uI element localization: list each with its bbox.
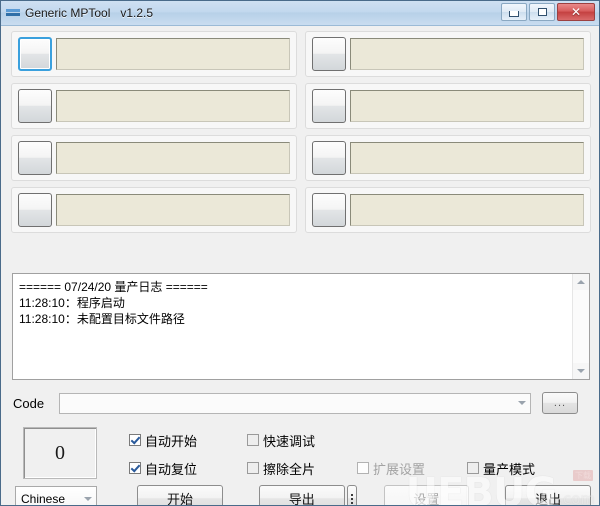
checkbox-label: 自动开始 — [145, 433, 198, 449]
window-title: Generic MPTool v1.2.5 — [25, 6, 154, 20]
device-slot[interactable] — [305, 135, 591, 181]
app-window: Generic MPTool v1.2.5 ✕ ====== 07/24/20 … — [0, 0, 600, 506]
language-combobox[interactable]: Chinese — [15, 486, 98, 506]
slot-status-panel — [350, 38, 584, 70]
triangle-up-icon — [577, 280, 585, 284]
checkbox-label: 量产模式 — [483, 461, 536, 477]
options-row-1: 自动开始 快速调试 — [129, 426, 589, 454]
chevron-down-icon[interactable] — [513, 394, 530, 413]
dot-icon — [350, 501, 353, 504]
language-value: Chinese — [21, 491, 66, 506]
code-combobox[interactable] — [59, 392, 531, 414]
device-slot[interactable] — [305, 187, 591, 233]
options-group: 自动开始 快速调试 自动复位 擦除全片 扩展设置 量产模式 — [129, 426, 589, 482]
settings-button: 设置 — [383, 485, 470, 505]
app-bars-icon — [6, 6, 20, 20]
start-button[interactable]: 开始 — [137, 485, 223, 505]
checkbox-label: 擦除全片 — [263, 461, 316, 477]
checkbox-box[interactable] — [247, 434, 259, 446]
counter-display: 0 — [23, 427, 97, 479]
log-text: ====== 07/24/20 量产日志 ====== 11:28:10：程序启… — [19, 280, 208, 326]
more-options-button[interactable] — [346, 485, 357, 505]
checkbox-label: 快速调试 — [263, 433, 316, 449]
title-bar[interactable]: Generic MPTool v1.2.5 ✕ — [1, 1, 599, 26]
triangle-down-icon — [577, 369, 585, 373]
log-scrollbar[interactable] — [572, 274, 589, 379]
device-slot-grid — [11, 31, 591, 233]
minimize-button[interactable] — [501, 3, 527, 21]
checkbox-box[interactable] — [247, 462, 259, 474]
checkbox-auto-reset[interactable]: 自动复位 — [129, 459, 247, 478]
scroll-up-button[interactable] — [573, 274, 589, 290]
slot-status-panel — [56, 90, 290, 122]
log-panel[interactable]: ====== 07/24/20 量产日志 ====== 11:28:10：程序启… — [12, 273, 590, 380]
window-controls: ✕ — [501, 3, 595, 21]
checkbox-extended-settings: 扩展设置 — [357, 459, 467, 478]
counter-value: 0 — [55, 441, 65, 464]
close-button[interactable]: ✕ — [557, 3, 595, 21]
checkbox-box[interactable] — [467, 462, 479, 474]
maximize-icon — [537, 8, 547, 16]
slot-status-panel — [56, 38, 290, 70]
code-label: Code — [13, 395, 45, 411]
checkbox-production-mode[interactable]: 量产模式 — [467, 459, 535, 478]
slot-status-panel — [350, 194, 584, 226]
export-button[interactable]: 导出 — [258, 485, 345, 505]
client-area: ====== 07/24/20 量产日志 ====== 11:28:10：程序启… — [1, 26, 599, 506]
checkbox-box — [357, 462, 369, 474]
slot-status-panel — [56, 194, 290, 226]
options-row-2: 自动复位 擦除全片 扩展设置 量产模式 — [129, 454, 589, 482]
dot-icon — [350, 497, 353, 500]
device-slot[interactable] — [11, 31, 297, 77]
slot-button[interactable] — [18, 89, 52, 123]
slot-button[interactable] — [312, 89, 346, 123]
slot-button[interactable] — [312, 193, 346, 227]
slot-button[interactable] — [18, 141, 52, 175]
slot-status-panel — [350, 90, 584, 122]
exit-button[interactable]: 退出 — [505, 485, 591, 505]
close-icon: ✕ — [570, 5, 582, 19]
device-slot[interactable] — [11, 83, 297, 129]
checkbox-box[interactable] — [129, 462, 141, 474]
device-slot[interactable] — [305, 83, 591, 129]
slot-status-panel — [56, 142, 290, 174]
device-slot[interactable] — [11, 187, 297, 233]
slot-button[interactable] — [18, 193, 52, 227]
slot-button[interactable] — [312, 37, 346, 71]
checkbox-label: 自动复位 — [145, 461, 198, 477]
scroll-down-button[interactable] — [573, 363, 589, 379]
code-row: Code ... — [13, 391, 589, 415]
slot-button[interactable] — [312, 141, 346, 175]
slot-button[interactable] — [18, 37, 52, 71]
dot-icon — [350, 493, 353, 496]
scroll-track[interactable] — [573, 290, 589, 363]
checkbox-erase-all[interactable]: 擦除全片 — [247, 459, 357, 478]
maximize-button[interactable] — [529, 3, 555, 21]
device-slot[interactable] — [11, 135, 297, 181]
checkbox-label: 扩展设置 — [373, 461, 426, 477]
device-slot[interactable] — [305, 31, 591, 77]
checkbox-box[interactable] — [129, 434, 141, 446]
browse-button[interactable]: ... — [542, 392, 578, 414]
chevron-down-icon[interactable] — [79, 487, 96, 505]
slot-status-panel — [350, 142, 584, 174]
checkbox-auto-start[interactable]: 自动开始 — [129, 431, 247, 450]
minimize-icon — [509, 11, 519, 17]
bottom-bar: Chinese 开始 导出 设置 退出 — [15, 485, 591, 506]
checkbox-quick-debug[interactable]: 快速调试 — [247, 431, 315, 450]
